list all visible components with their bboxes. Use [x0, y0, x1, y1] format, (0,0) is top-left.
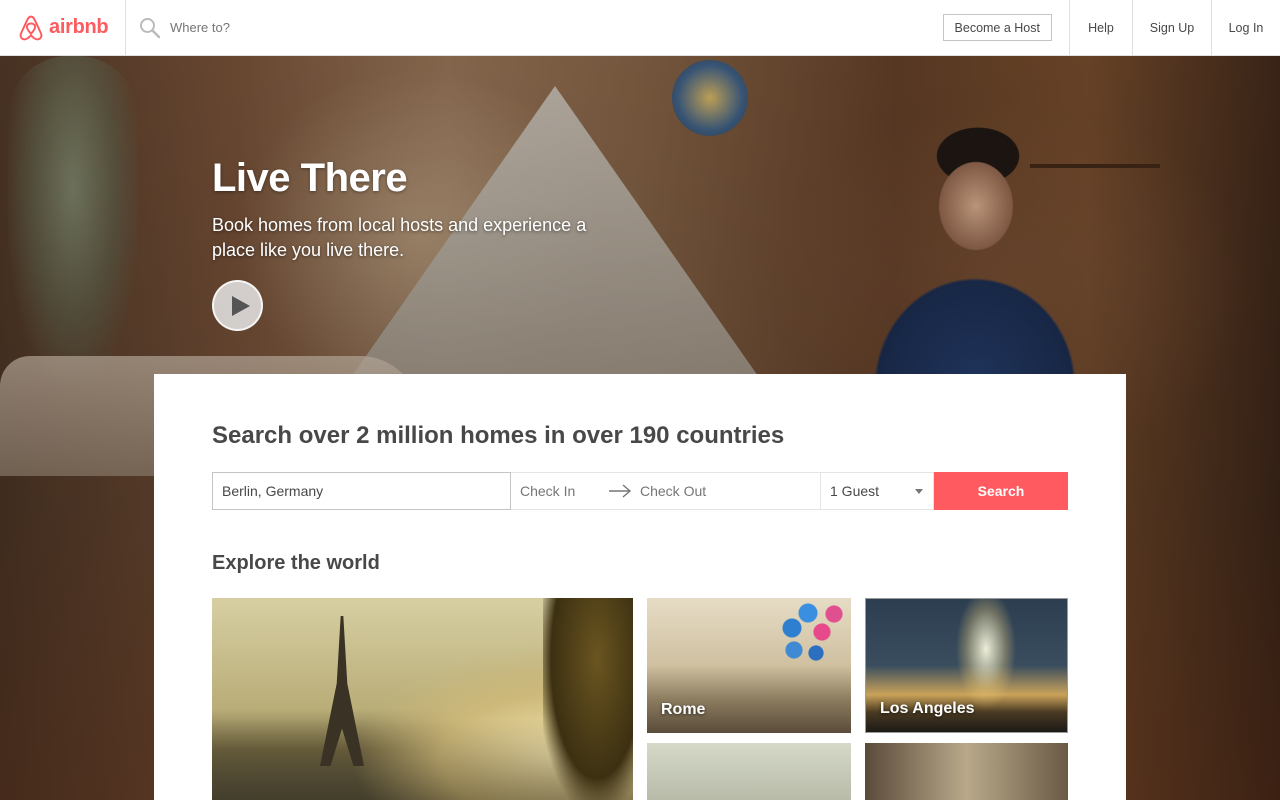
eiffel-tower-image — [320, 616, 364, 766]
help-link[interactable]: Help — [1069, 0, 1132, 55]
destination-tile[interactable] — [647, 743, 851, 800]
destination-tile-paris[interactable] — [212, 598, 633, 800]
search-button[interactable]: Search — [934, 472, 1068, 510]
hero-subtitle: Book homes from local hosts and experien… — [212, 215, 587, 260]
nav-links: Become a Host Help Sign Up Log In — [942, 0, 1280, 55]
date-range — [511, 472, 820, 510]
log-in-link[interactable]: Log In — [1211, 0, 1280, 55]
search-panel: Search over 2 million homes in over 190 … — [154, 374, 1126, 800]
logo[interactable]: airbnb — [0, 0, 126, 55]
explore-title: Explore the world — [212, 552, 380, 574]
destination-tile-rome[interactable]: Rome — [647, 598, 851, 733]
location-input[interactable] — [212, 472, 511, 510]
destination-label: Rome — [661, 701, 706, 718]
search-panel-title: Search over 2 million homes in over 190 … — [212, 422, 785, 449]
trees-image — [543, 598, 633, 800]
logo-text: airbnb — [49, 16, 109, 38]
destination-tile[interactable] — [865, 743, 1068, 800]
destination-tile-los-angeles[interactable]: Los Angeles — [865, 598, 1068, 733]
play-video-button[interactable] — [212, 280, 263, 331]
host-button-wrap: Become a Host — [942, 0, 1069, 55]
arrow-right-icon — [609, 484, 632, 498]
hero-text: Live There Book homes from local hosts a… — [212, 156, 632, 263]
top-navigation-bar: airbnb Become a Host Help Sign Up Log In — [0, 0, 1280, 56]
search-icon — [140, 17, 161, 38]
balloons-image — [772, 598, 851, 668]
header-search — [126, 0, 943, 55]
airbnb-logo-icon — [19, 15, 43, 40]
check-out-input[interactable] — [640, 483, 790, 499]
destination-label: Los Angeles — [880, 700, 975, 717]
become-a-host-button[interactable]: Become a Host — [942, 14, 1052, 41]
chevron-down-icon — [915, 488, 923, 494]
where-to-input[interactable] — [170, 20, 470, 35]
sign-up-link[interactable]: Sign Up — [1132, 0, 1211, 55]
guests-value: 1 Guest — [830, 483, 880, 499]
play-icon — [231, 295, 250, 316]
search-form: 1 Guest Search — [212, 472, 1068, 510]
hero-title: Live There — [212, 156, 408, 200]
check-in-input[interactable] — [520, 483, 608, 499]
guests-select[interactable]: 1 Guest — [820, 472, 934, 510]
